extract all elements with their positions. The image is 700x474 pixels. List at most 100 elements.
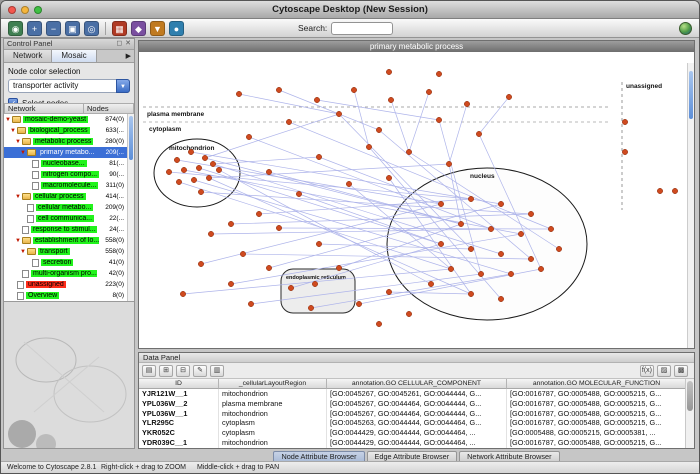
node-color-dropdown[interactable]: transporter activity ▼ — [8, 79, 130, 93]
close-panel-icon[interactable]: ✕ — [125, 39, 131, 49]
network-node[interactable] — [438, 201, 443, 206]
network-node[interactable] — [506, 94, 511, 99]
tree-item-metabolic-process[interactable]: ▼metabolic process280(0) — [4, 136, 127, 147]
tree-item-unassigned[interactable]: unassigned223(0) — [4, 279, 127, 290]
network-node[interactable] — [528, 211, 533, 216]
network-node[interactable] — [202, 155, 207, 160]
network-node[interactable] — [426, 89, 431, 94]
network-node[interactable] — [498, 251, 503, 256]
table-row[interactable]: YJR121W__1mitochondrion[GO:0045267, GO:0… — [139, 389, 685, 399]
network-node[interactable] — [622, 149, 627, 154]
network-node[interactable] — [210, 161, 215, 166]
network-node[interactable] — [336, 265, 341, 270]
column-header-0[interactable]: ID — [139, 379, 219, 389]
network-node[interactable] — [406, 149, 411, 154]
network-node[interactable] — [296, 191, 301, 196]
network-node[interactable] — [386, 289, 391, 294]
network-node[interactable] — [180, 291, 185, 296]
network-node[interactable] — [308, 305, 313, 310]
expand-arrow-icon[interactable]: ▼ — [4, 117, 12, 123]
table-scrollbar-thumb[interactable] — [687, 381, 693, 411]
expand-arrow-icon[interactable]: ▼ — [9, 128, 17, 134]
network-node[interactable] — [208, 231, 213, 236]
tree-item-cellular-process[interactable]: ▼cellular process414(... — [4, 191, 127, 202]
cell-id[interactable]: YLR295C — [139, 418, 219, 428]
network-view-title[interactable]: primary metabolic process — [139, 41, 694, 52]
network-node[interactable] — [198, 189, 203, 194]
network-node[interactable] — [406, 311, 411, 316]
network-node[interactable] — [436, 71, 441, 76]
dropdown-arrow-icon[interactable]: ▼ — [116, 79, 130, 93]
table-cell[interactable]: cytoplasm — [219, 428, 327, 438]
network-node[interactable] — [356, 301, 361, 306]
zoom-window-button[interactable] — [34, 6, 42, 14]
network-node[interactable] — [498, 201, 503, 206]
open-attribute-file-icon[interactable]: ▨ — [657, 365, 671, 377]
minimize-window-button[interactable] — [21, 6, 29, 14]
select-attributes-icon[interactable]: ▤ — [142, 365, 156, 377]
tree-item-multi-organism-pro[interactable]: multi-organism pro...42(0) — [4, 268, 127, 279]
table-cell[interactable]: [GO:0016787, GO:0005488, GO:0005215, G..… — [507, 409, 685, 419]
tree-item-cellular-metabo[interactable]: cellular metabo...209(0) — [4, 202, 127, 213]
network-node[interactable] — [622, 119, 627, 124]
zoom-out-icon[interactable]: − — [46, 21, 61, 36]
tab-mosaic[interactable]: Mosaic — [52, 50, 96, 62]
network-node[interactable] — [468, 246, 473, 251]
network-node[interactable] — [464, 101, 469, 106]
network-node[interactable] — [478, 271, 483, 276]
cell-id[interactable]: YJR121W__1 — [139, 389, 219, 399]
cell-id[interactable]: YPL036W__2 — [139, 399, 219, 409]
network-node[interactable] — [488, 226, 493, 231]
network-node[interactable] — [174, 157, 179, 162]
table-row[interactable]: YDR039C__1mitochondrion[GO:0044429, GO:0… — [139, 438, 685, 448]
table-cell[interactable]: [GO:0045263, GO:0044444, GO:0044464, G..… — [327, 418, 507, 428]
table-cell[interactable]: [GO:0044429, GO:0044444, GO:0044464, ... — [327, 428, 507, 438]
table-cell[interactable]: [GO:0016787, GO:0005488, GO:0005215, G..… — [507, 418, 685, 428]
delete-attribute-icon[interactable]: ⊟ — [176, 365, 190, 377]
network-node[interactable] — [448, 266, 453, 271]
network-node[interactable] — [314, 97, 319, 102]
search-input[interactable] — [331, 22, 393, 35]
column-header-1[interactable]: _cellularLayoutRegion — [219, 379, 327, 389]
network-node[interactable] — [216, 167, 221, 172]
data-panel-title[interactable]: Data Panel — [139, 353, 694, 363]
network-node[interactable] — [191, 177, 196, 182]
network-node[interactable] — [181, 167, 186, 172]
table-cell[interactable]: [GO:0016787, GO:0005488, GO:0005215, G..… — [507, 399, 685, 409]
expand-arrow-icon[interactable]: ▼ — [19, 150, 27, 156]
network-node[interactable] — [248, 301, 253, 306]
expand-arrow-icon[interactable]: ▼ — [14, 194, 22, 200]
import-table-icon[interactable]: ▥ — [210, 365, 224, 377]
cell-id[interactable]: YKR052C — [139, 428, 219, 438]
table-cell[interactable]: [GO:0016787, GO:0005488, GO:0005215, G..… — [507, 389, 685, 399]
network-node[interactable] — [176, 179, 181, 184]
network-node[interactable] — [256, 211, 261, 216]
network-node[interactable] — [312, 281, 317, 286]
column-header-2[interactable]: annotation.GO CELLULAR_COMPONENT — [327, 379, 507, 389]
zoom-fit-icon[interactable]: ▣ — [65, 21, 80, 36]
tree-item-biological-process[interactable]: ▼biological_process633(... — [4, 125, 127, 136]
tab-scroll-right-icon[interactable]: ▶ — [123, 50, 134, 62]
network-node[interactable] — [468, 196, 473, 201]
network-node[interactable] — [276, 225, 281, 230]
table-cell[interactable]: [GO:0044429, GO:0044444, GO:0044464, ... — [327, 438, 507, 448]
table-row[interactable]: YPL036W__1mitochondrion[GO:0045267, GO:0… — [139, 409, 685, 419]
network-node[interactable] — [236, 91, 241, 96]
network-node[interactable] — [476, 131, 481, 136]
network-node[interactable] — [468, 291, 473, 296]
tree-item-establishment-of-lo[interactable]: ▼establishment of lo...558(0) — [4, 235, 127, 246]
network-node[interactable] — [388, 97, 393, 102]
network-node[interactable] — [188, 149, 193, 154]
zoom-selected-icon[interactable]: ◎ — [84, 21, 99, 36]
tree-item-transport[interactable]: ▼transport558(0) — [4, 246, 127, 257]
table-cell[interactable]: [GO:0016787, GO:0005488, GO:0005215, G..… — [507, 438, 685, 448]
tree-item-response-to-stimul[interactable]: response to stimul...24(... — [4, 224, 127, 235]
network-node[interactable] — [528, 256, 533, 261]
plugins-icon[interactable]: ● — [169, 21, 184, 36]
expand-arrow-icon[interactable]: ▼ — [14, 238, 22, 244]
network-node[interactable] — [386, 175, 391, 180]
network-node[interactable] — [428, 281, 433, 286]
tab-network[interactable]: Network — [4, 50, 52, 62]
tree-item-cell-communica[interactable]: cell communica...22(... — [4, 213, 127, 224]
zoom-in-icon[interactable]: + — [27, 21, 42, 36]
